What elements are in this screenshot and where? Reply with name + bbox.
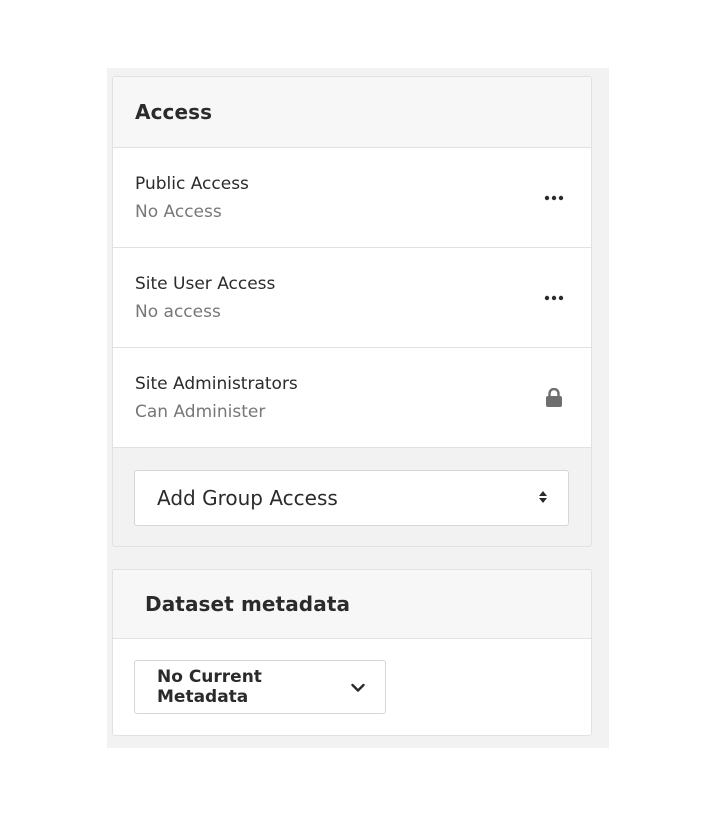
access-row-text: Public Access No Access (135, 173, 249, 223)
access-row-public: Public Access No Access (113, 148, 591, 248)
metadata-panel-header: Dataset metadata (113, 570, 591, 639)
sort-arrows-icon (538, 489, 548, 508)
access-row-subtitle: No access (135, 301, 221, 322)
sidebar-container: Access Public Access No Access Site User… (107, 68, 609, 748)
lock-icon (539, 383, 569, 413)
access-row-title: Site Administrators (135, 373, 298, 394)
access-row-subtitle: No Access (135, 201, 222, 222)
access-row-title: Site User Access (135, 273, 276, 294)
add-group-access-label: Add Group Access (157, 486, 338, 510)
more-horizontal-icon[interactable] (539, 283, 569, 313)
access-panel-header: Access (113, 77, 591, 148)
dataset-metadata-panel: Dataset metadata No Current Metadata (112, 569, 592, 736)
add-group-wrapper: Add Group Access (113, 448, 591, 546)
metadata-panel-body: No Current Metadata (113, 639, 591, 735)
chevron-down-icon (351, 678, 365, 697)
access-row-title: Public Access (135, 173, 249, 194)
metadata-select-label: No Current Metadata (157, 667, 262, 707)
access-panel-title: Access (135, 100, 213, 124)
access-row-subtitle: Can Administer (135, 401, 266, 422)
access-row-site-admins: Site Administrators Can Administer (113, 348, 591, 448)
metadata-select[interactable]: No Current Metadata (134, 660, 386, 714)
access-row-site-user: Site User Access No access (113, 248, 591, 348)
access-row-text: Site User Access No access (135, 273, 275, 323)
metadata-panel-title: Dataset metadata (145, 592, 351, 616)
add-group-access-select[interactable]: Add Group Access (134, 470, 569, 526)
more-horizontal-icon[interactable] (539, 183, 569, 213)
access-panel: Access Public Access No Access Site User… (112, 76, 592, 547)
access-row-text: Site Administrators Can Administer (135, 373, 298, 423)
